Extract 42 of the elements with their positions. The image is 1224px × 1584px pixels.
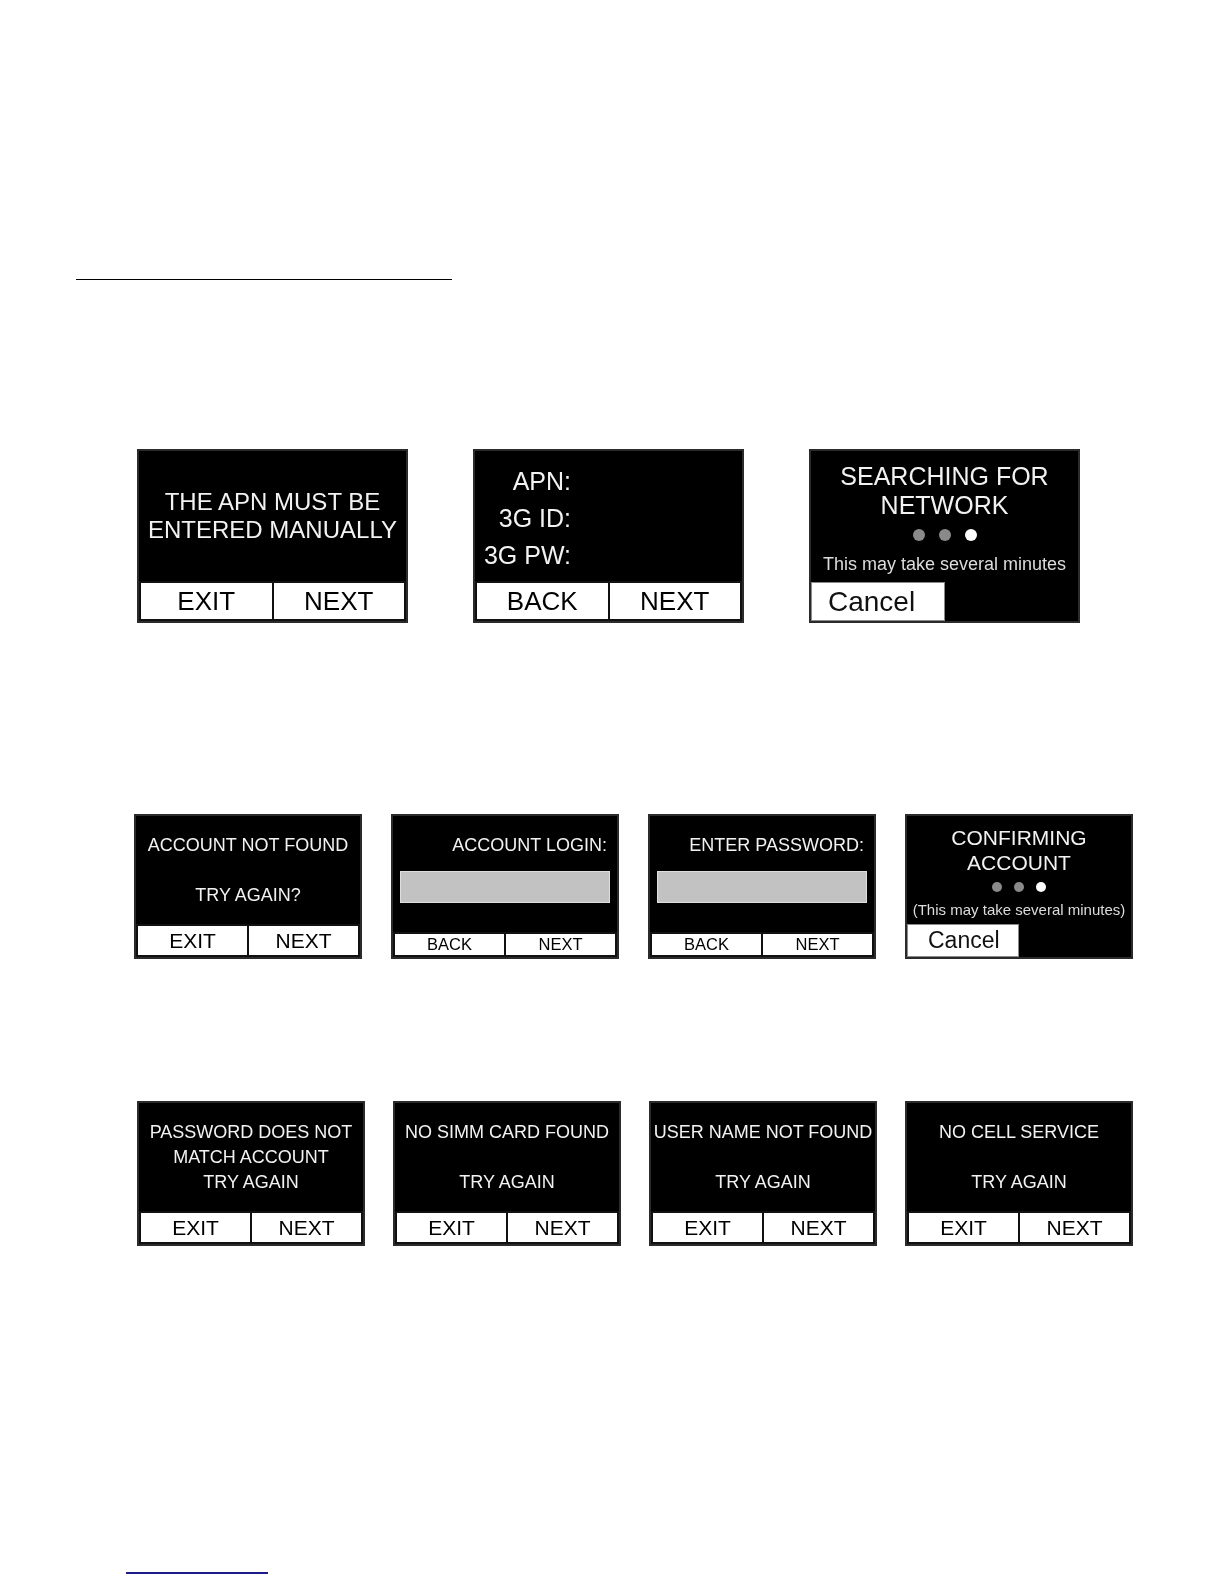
status-title: CONFIRMING ACCOUNT [951, 825, 1087, 875]
soft-key-button[interactable]: BACK [393, 932, 506, 957]
soft-key-button[interactable]: EXIT [651, 1211, 764, 1244]
soft-key-button[interactable]: NEXT [1020, 1211, 1131, 1244]
soft-key-button[interactable]: NEXT [252, 1211, 363, 1244]
soft-key-button[interactable]: NEXT [764, 1211, 875, 1244]
input-field[interactable] [657, 871, 867, 903]
message-text: NO CELL SERVICE [938, 1120, 1100, 1144]
cancel-button[interactable]: Cancel [907, 924, 1019, 957]
soft-key-button[interactable]: BACK [650, 932, 763, 957]
retry-prompt: TRY AGAIN [203, 1170, 299, 1194]
soft-key-button[interactable]: EXIT [139, 581, 274, 621]
input-field[interactable] [400, 871, 610, 903]
retry-prompt: TRY AGAIN [459, 1170, 555, 1194]
soft-key-button[interactable]: NEXT [506, 932, 617, 957]
soft-key-button[interactable]: NEXT [273, 581, 406, 621]
soft-key-button[interactable]: NEXT [508, 1211, 619, 1244]
soft-key-button[interactable]: NEXT [249, 924, 360, 957]
soft-key-button[interactable]: NEXT [763, 932, 874, 957]
status-note: (This may take several minutes) [912, 901, 1126, 919]
cancel-button[interactable]: Cancel [811, 582, 945, 621]
retry-prompt: TRY AGAIN? [195, 883, 301, 907]
status-note: This may take several minutes [822, 553, 1067, 575]
soft-key-button[interactable]: NEXT [609, 581, 742, 621]
retry-prompt: TRY AGAIN [715, 1170, 811, 1194]
field-label: 3G PW: [482, 540, 571, 571]
message-text: NO SIMM CARD FOUND [405, 1120, 609, 1144]
status-title: SEARCHING FOR NETWORK [840, 462, 1049, 520]
retry-prompt: TRY AGAIN [971, 1170, 1067, 1194]
soft-key-button[interactable]: EXIT [395, 1211, 508, 1244]
field-label: ACCOUNT LOGIN: [451, 834, 608, 856]
message-text: THE APN MUST BE ENTERED MANUALLY [148, 488, 397, 544]
soft-key-button[interactable]: EXIT [136, 924, 249, 957]
field-label: 3G ID: [497, 503, 571, 534]
message-text: PASSWORD DOES NOT MATCH ACCOUNT [149, 1120, 353, 1169]
field-label: APN: [511, 466, 571, 497]
field-label: ENTER PASSWORD: [688, 834, 865, 856]
message-text: ACCOUNT NOT FOUND [147, 833, 349, 857]
soft-key-button[interactable]: EXIT [139, 1211, 252, 1244]
soft-key-button[interactable]: BACK [475, 581, 610, 621]
soft-key-button[interactable]: EXIT [907, 1211, 1020, 1244]
message-text: USER NAME NOT FOUND [653, 1120, 873, 1144]
